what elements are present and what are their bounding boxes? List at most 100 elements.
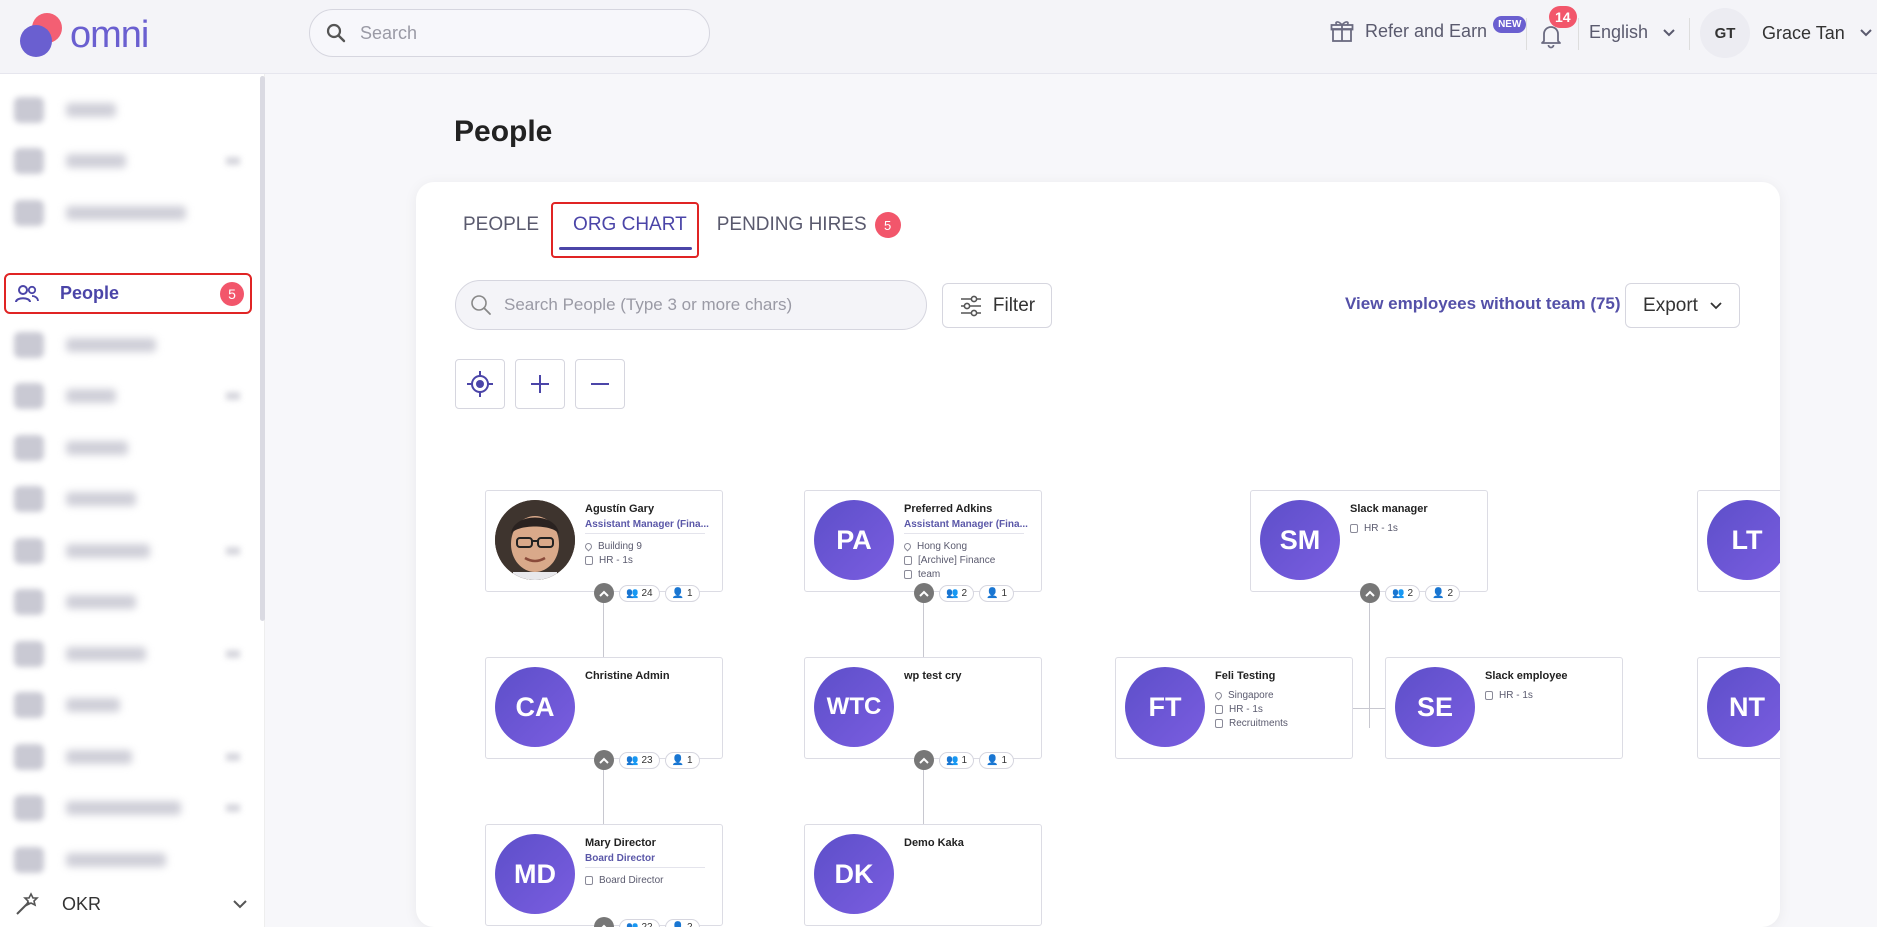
- building-icon: [585, 556, 593, 565]
- org-node[interactable]: SM Slack manager HR - 1s: [1250, 490, 1488, 592]
- connector-line: [1353, 708, 1385, 709]
- employee-name: Slack manager: [1350, 503, 1428, 515]
- employee-avatar: LT: [1707, 500, 1780, 580]
- sidebar-item-blurred[interactable]: [6, 191, 252, 235]
- sidebar-item-blurred[interactable]: [6, 477, 252, 521]
- sidebar-item-blurred[interactable]: [6, 529, 252, 573]
- people-icon: [15, 284, 39, 302]
- building-icon: [1350, 524, 1358, 533]
- chevron-down-icon: [1860, 29, 1872, 37]
- employee-photo: [495, 500, 575, 580]
- reports-count-pill: 👥 1: [939, 751, 975, 769]
- node-controls: 👥 22 👤 2: [594, 917, 700, 927]
- sidebar-item-blurred[interactable]: [6, 374, 252, 418]
- person-icon: 👤: [986, 754, 999, 766]
- chevron-up-icon: [599, 757, 609, 764]
- employee-role: Board Director: [585, 853, 656, 864]
- sidebar-item-blurred[interactable]: [6, 683, 252, 727]
- direct-count-pill: 👤 1: [979, 751, 1015, 769]
- direct-count-pill: 👤 2: [1425, 584, 1461, 602]
- reports-count-pill: 👥 23: [619, 751, 660, 769]
- direct-count-pill: 👤 1: [979, 584, 1015, 602]
- refer-and-earn[interactable]: Refer and Earn NEW: [1329, 15, 1527, 44]
- global-search[interactable]: [309, 9, 710, 57]
- sidebar-item-blurred[interactable]: [6, 323, 252, 367]
- team-icon: 👥: [626, 587, 639, 599]
- sidebar-item-people[interactable]: People 5: [4, 273, 252, 314]
- collapse-toggle[interactable]: [914, 750, 934, 770]
- node-controls: 👥 24 👤 1: [594, 583, 700, 603]
- chevron-up-icon: [919, 757, 929, 764]
- employee-name: Slack employee: [1485, 670, 1568, 682]
- org-node[interactable]: LT: [1697, 490, 1780, 592]
- employee-name: wp test cry: [904, 670, 962, 682]
- chevron-up-icon: [601, 924, 607, 927]
- team-icon: 👥: [946, 587, 959, 599]
- org-node[interactable]: Agustín Gary Assistant Manager (Fina... …: [485, 490, 723, 592]
- employee-department: HR - 1s: [1350, 523, 1398, 534]
- org-node[interactable]: FT Feli Testing Singapore HR - 1s Recrui…: [1115, 657, 1353, 759]
- sidebar-item-blurred[interactable]: [6, 838, 252, 882]
- connector-line: [603, 602, 604, 660]
- collapse-toggle[interactable]: [594, 750, 614, 770]
- sidebar-item-blurred[interactable]: [6, 426, 252, 470]
- building-icon: [585, 876, 593, 885]
- sidebar-scrollbar[interactable]: [260, 76, 265, 621]
- sidebar-item-label: OKR: [62, 893, 102, 914]
- org-node[interactable]: MD Mary Director Board Director Board Di…: [485, 824, 723, 926]
- connector-line: [1369, 602, 1370, 728]
- employee-name: Mary Director: [585, 837, 656, 849]
- org-node[interactable]: CA Christine Admin: [485, 657, 723, 759]
- employee-location: Hong Kong: [902, 541, 967, 552]
- employee-location: Singapore: [1213, 690, 1274, 701]
- employee-department: HR - 1s: [1215, 704, 1263, 715]
- org-node[interactable]: SE Slack employee HR - 1s: [1385, 657, 1623, 759]
- collapse-toggle[interactable]: [594, 917, 614, 927]
- org-node[interactable]: WTC wp test cry: [804, 657, 1042, 759]
- sidebar-item-blurred[interactable]: [6, 632, 252, 676]
- sidebar-item-label: People: [60, 283, 120, 303]
- global-search-input[interactable]: [360, 22, 680, 44]
- reports-count-pill: 👥 22: [619, 918, 660, 927]
- user-menu[interactable]: GT Grace Tan: [1700, 8, 1873, 58]
- employee-name: Agustín Gary: [585, 503, 655, 515]
- sidebar-item-blurred[interactable]: [6, 88, 252, 132]
- employee-role: Assistant Manager (Fina...: [585, 519, 709, 530]
- person-icon: 👤: [671, 921, 685, 927]
- org-node[interactable]: DK Demo Kaka: [804, 824, 1042, 926]
- collapse-toggle[interactable]: [594, 583, 614, 603]
- org-node[interactable]: NT: [1697, 657, 1780, 759]
- connector-line: [923, 602, 924, 660]
- team-icon: 👥: [626, 754, 639, 766]
- sidebar-item-blurred[interactable]: [6, 735, 252, 779]
- new-badge: NEW: [1493, 15, 1527, 33]
- people-card: PEOPLE ORG CHART PENDING HIRES 5 Filter …: [416, 182, 1780, 927]
- person-icon: 👤: [986, 587, 999, 599]
- collapse-toggle[interactable]: [914, 583, 934, 603]
- employee-avatar: CA: [495, 667, 575, 747]
- chevron-up-icon: [1365, 590, 1375, 597]
- sidebar-item-blurred[interactable]: [6, 580, 252, 624]
- org-node[interactable]: PA Preferred Adkins Assistant Manager (F…: [804, 490, 1042, 592]
- omni-logo[interactable]: omni: [20, 10, 149, 60]
- employee-department: Board Director: [585, 875, 663, 886]
- language-selector[interactable]: English: [1589, 22, 1676, 43]
- sidebar-item-okr[interactable]: OKR: [14, 889, 250, 919]
- sidebar-item-blurred[interactable]: [6, 139, 252, 183]
- building-icon: [904, 556, 912, 565]
- team-icon: 👥: [626, 921, 639, 927]
- collapse-toggle[interactable]: [1360, 583, 1380, 603]
- okr-icon: [16, 892, 39, 915]
- employee-avatar: DK: [814, 834, 894, 914]
- direct-count-pill: 👤 1: [664, 751, 700, 769]
- employee-name: Preferred Adkins: [904, 503, 993, 515]
- sidebar-item-blurred[interactable]: [6, 786, 252, 830]
- reports-count-pill: 👥 24: [619, 584, 660, 602]
- location-icon: [902, 541, 913, 552]
- person-icon: 👤: [671, 754, 685, 766]
- person-icon: 👤: [1432, 587, 1445, 599]
- direct-count-pill: 👤 1: [664, 584, 700, 602]
- chevron-up-icon: [599, 590, 609, 597]
- top-bar: omni Refer and Earn NEW 14 English GT Gr…: [0, 0, 1877, 74]
- person-icon: 👤: [671, 587, 685, 599]
